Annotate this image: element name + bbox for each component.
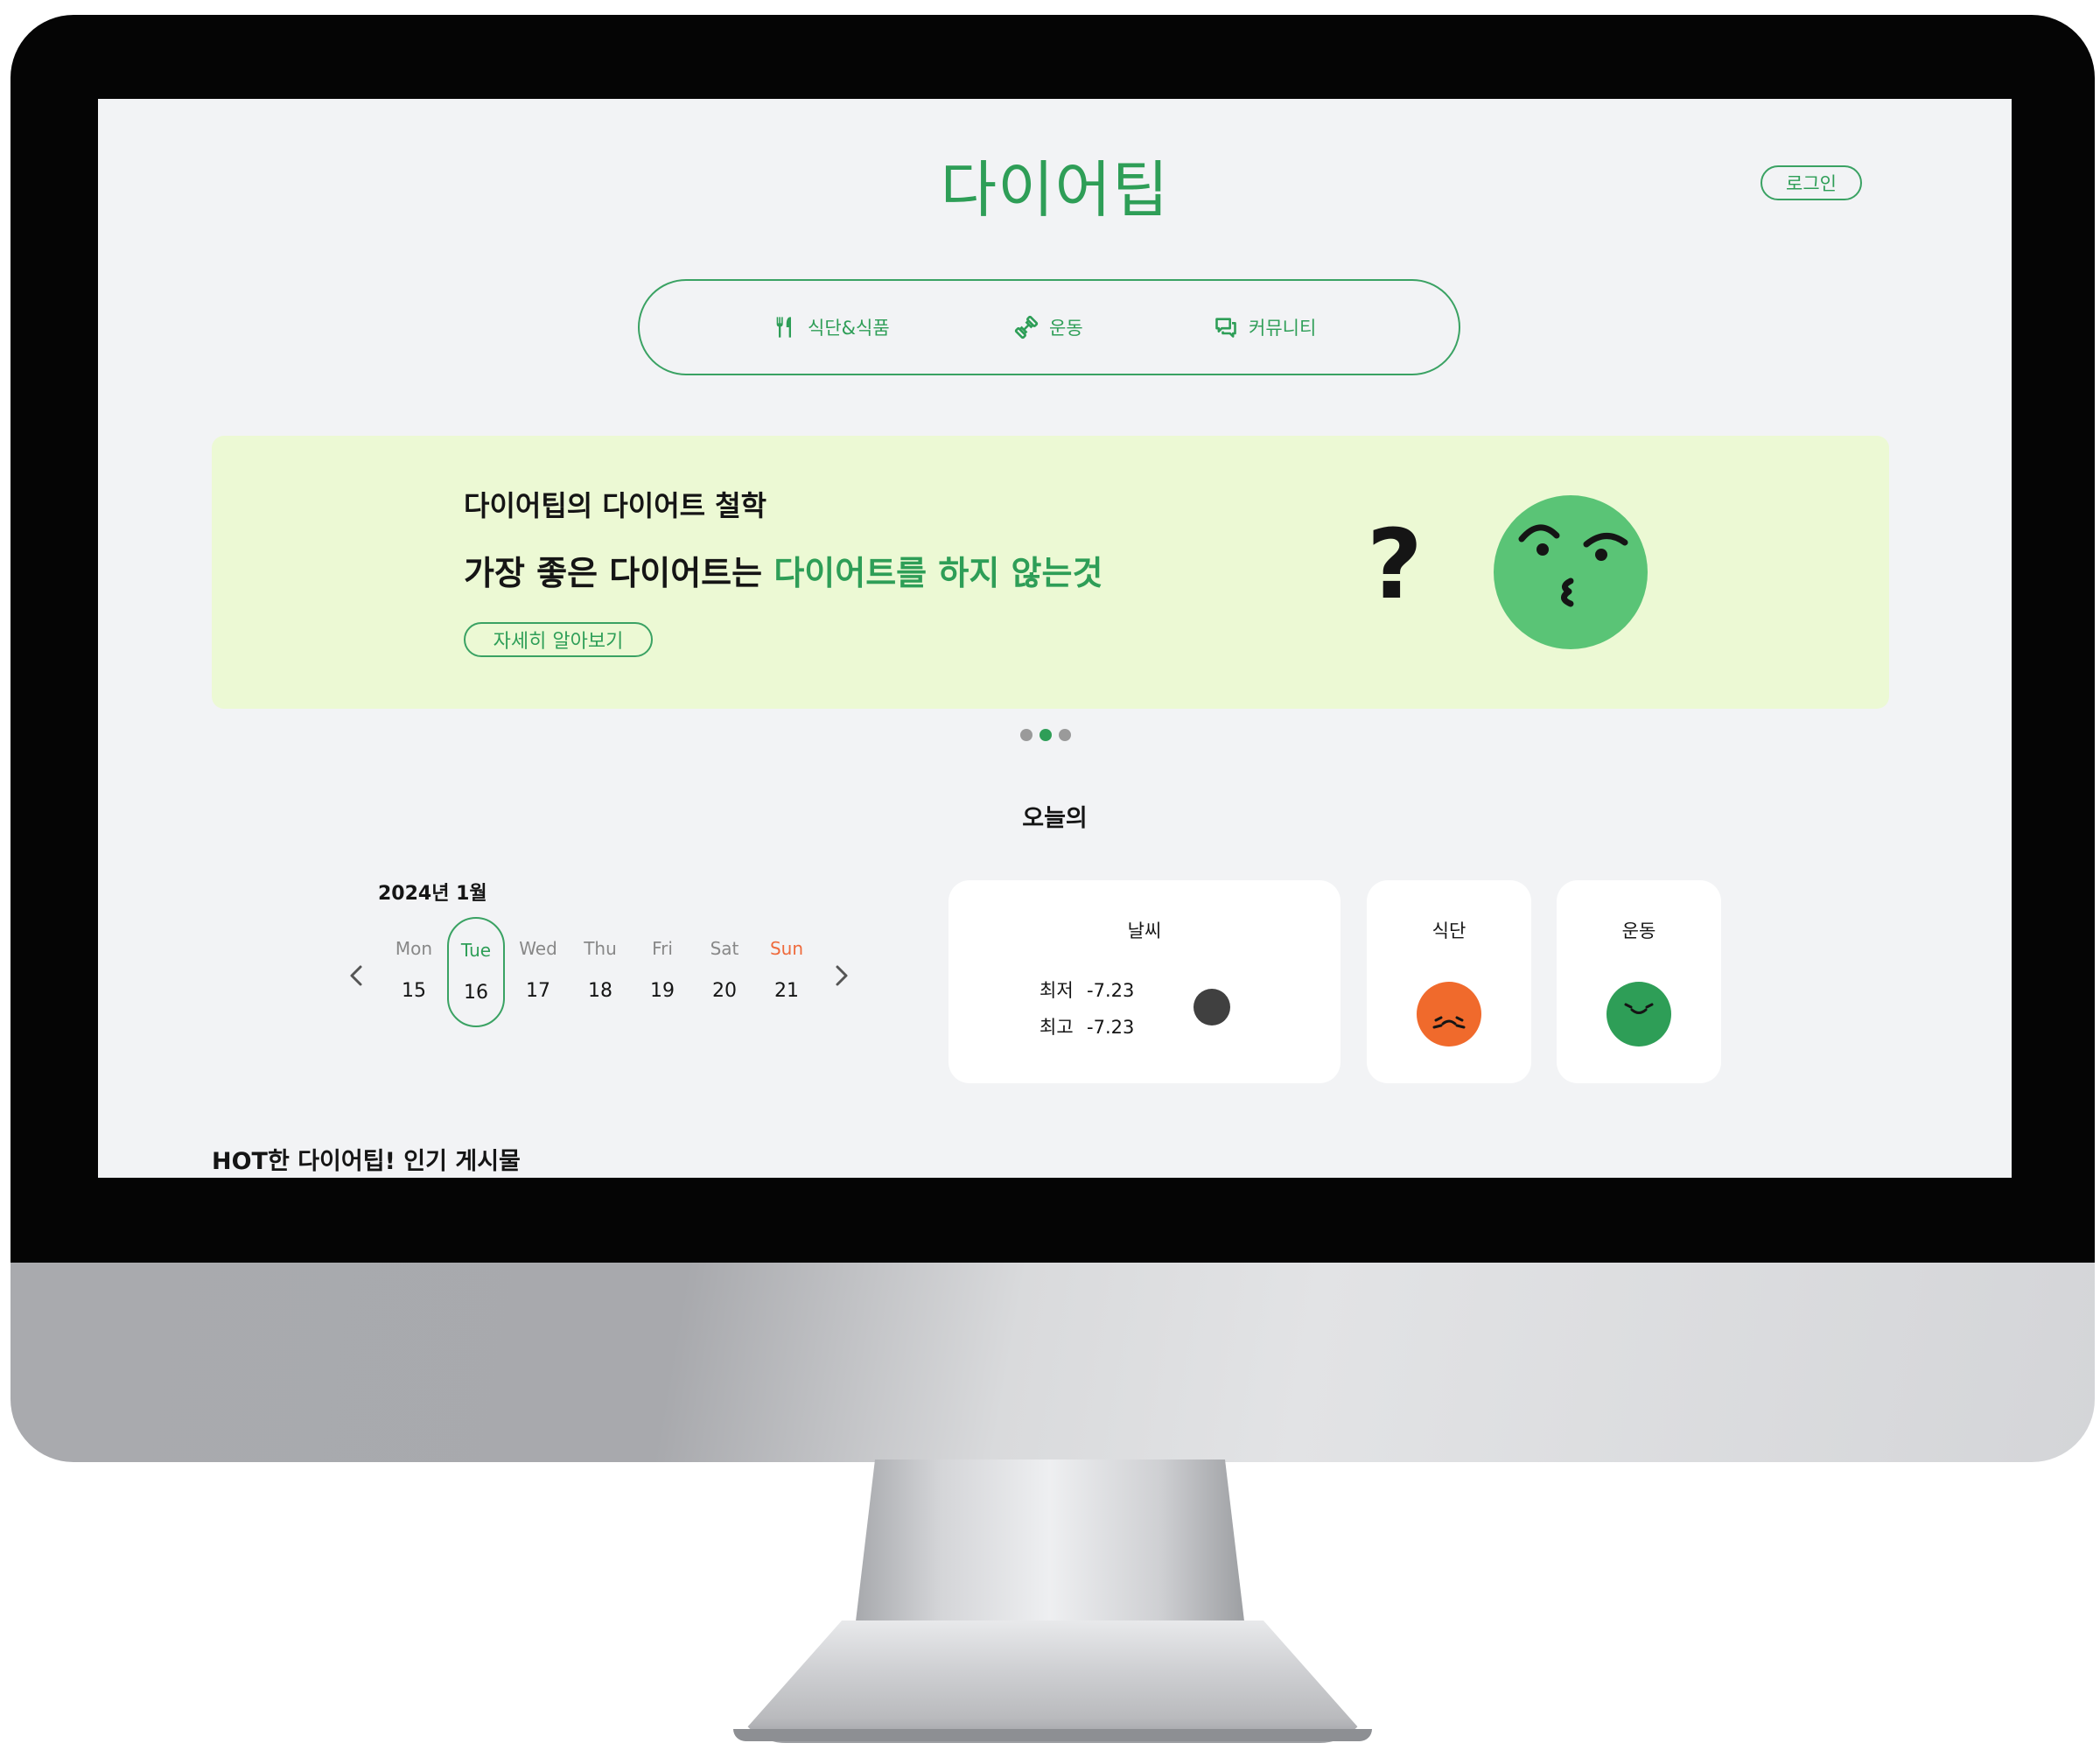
calendar-day-sunday[interactable]: Sun 21 — [758, 917, 816, 1027]
smile-face-icon — [1606, 982, 1671, 1046]
kissing-face-icon — [1494, 495, 1648, 649]
sad-face-icon — [1417, 982, 1481, 1046]
day-date: 21 — [774, 980, 799, 1002]
exercise-card[interactable]: 운동 — [1557, 880, 1721, 1083]
monitor-stand-neck — [853, 1460, 1247, 1643]
weather-status-icon — [1194, 989, 1230, 1026]
monitor-stand-foot-edge — [733, 1729, 1372, 1741]
learn-more-button[interactable]: 자세히 알아보기 — [464, 622, 653, 657]
day-date: 20 — [712, 980, 737, 1002]
chat-icon — [1215, 318, 1236, 338]
day-date: 17 — [526, 980, 550, 1002]
max-temp-value: -7.23 — [1087, 1017, 1135, 1038]
day-name: Tue — [460, 940, 492, 961]
diet-card[interactable]: 식단 — [1367, 880, 1531, 1083]
site-logo[interactable]: 다이어팁 — [98, 141, 2012, 229]
imac-monitor: 다이어팁 로그인 식단&식품 운동 커뮤니티 다이어팁의 다이어트 철학 가장 … — [0, 0, 2100, 1750]
day-date: 19 — [650, 980, 675, 1002]
weather-card[interactable]: 날씨 최저 -7.23 최고 -7.23 — [948, 880, 1340, 1083]
min-temp-value: -7.23 — [1087, 980, 1135, 1001]
min-temp-row: 최저 -7.23 — [1040, 976, 1134, 1003]
hero-banner: 다이어팁의 다이어트 철학 가장 좋은 다이어트는 다이어트를 하지 않는것 자… — [212, 436, 1889, 709]
nav-item-label: 운동 — [1049, 318, 1083, 339]
max-temp-label: 최고 — [1040, 1017, 1074, 1038]
calendar-day[interactable]: Wed 17 — [509, 917, 567, 1027]
nav-item-community[interactable]: 커뮤니티 — [1214, 281, 1316, 374]
diet-card-title: 식단 — [1432, 920, 1466, 942]
banner-pagination — [1020, 729, 1071, 741]
calendar-day[interactable]: Fri 19 — [634, 917, 691, 1027]
calendar-day-selected[interactable]: Tue 16 — [447, 917, 505, 1027]
banner-title: 가장 좋은 다이어트는 다이어트를 하지 않는것 — [464, 546, 1102, 594]
pagination-dot[interactable] — [1020, 729, 1032, 741]
fork-knife-icon — [776, 317, 791, 338]
chevron-left-icon[interactable] — [343, 958, 369, 993]
today-section-title: 오늘의 — [1022, 805, 1088, 832]
calendar-day[interactable]: Sat 20 — [696, 917, 753, 1027]
nav-item-exercise[interactable]: 운동 — [1014, 281, 1083, 374]
chevron-right-icon[interactable] — [829, 958, 855, 993]
weather-card-title: 날씨 — [1127, 920, 1162, 942]
day-date: 18 — [588, 980, 612, 1002]
day-name: Sun — [769, 938, 804, 959]
login-button[interactable]: 로그인 — [1760, 165, 1862, 200]
dumbbell-icon — [1014, 315, 1039, 340]
nav-item-label: 식단&식품 — [808, 318, 890, 339]
monitor-stand-foot — [733, 1620, 1372, 1743]
main-nav: 식단&식품 운동 커뮤니티 — [638, 279, 1460, 375]
screen: 다이어팁 로그인 식단&식품 운동 커뮤니티 다이어팁의 다이어트 철학 가장 … — [98, 99, 2012, 1178]
banner-title-highlight: 다이어트를 하지 않는것 — [774, 554, 1103, 592]
day-name: Sat — [710, 938, 739, 959]
banner-title-plain: 가장 좋은 다이어트는 — [464, 554, 774, 592]
day-date: 15 — [402, 980, 426, 1002]
hot-posts-title: HOT한 다이어팁! 인기 게시물 — [212, 1148, 521, 1175]
exercise-card-title: 운동 — [1621, 920, 1656, 942]
calendar-month: 2024년 1월 — [378, 883, 487, 905]
calendar-day[interactable]: Mon 15 — [385, 917, 443, 1027]
question-mark: ? — [1367, 508, 1423, 620]
calendar-week: Mon 15 Tue 16 Wed 17 Thu 18 Fri 19 Sat 2… — [385, 917, 884, 1031]
day-date: 16 — [464, 982, 488, 1004]
calendar-day[interactable]: Thu 18 — [571, 917, 629, 1027]
nav-item-label: 커뮤니티 — [1249, 318, 1317, 339]
min-temp-label: 최저 — [1040, 980, 1074, 1001]
day-name: Wed — [519, 938, 557, 959]
day-name: Mon — [395, 938, 433, 959]
monitor-chin — [10, 1263, 2095, 1462]
nav-item-diet-food[interactable]: 식단&식품 — [773, 281, 890, 374]
day-name: Thu — [584, 938, 617, 959]
max-temp-row: 최고 -7.23 — [1040, 1013, 1134, 1040]
pagination-dot[interactable] — [1059, 729, 1071, 741]
banner-subtitle: 다이어팁의 다이어트 철학 — [464, 489, 767, 522]
day-name: Fri — [652, 938, 673, 959]
pagination-dot-active[interactable] — [1040, 729, 1052, 741]
